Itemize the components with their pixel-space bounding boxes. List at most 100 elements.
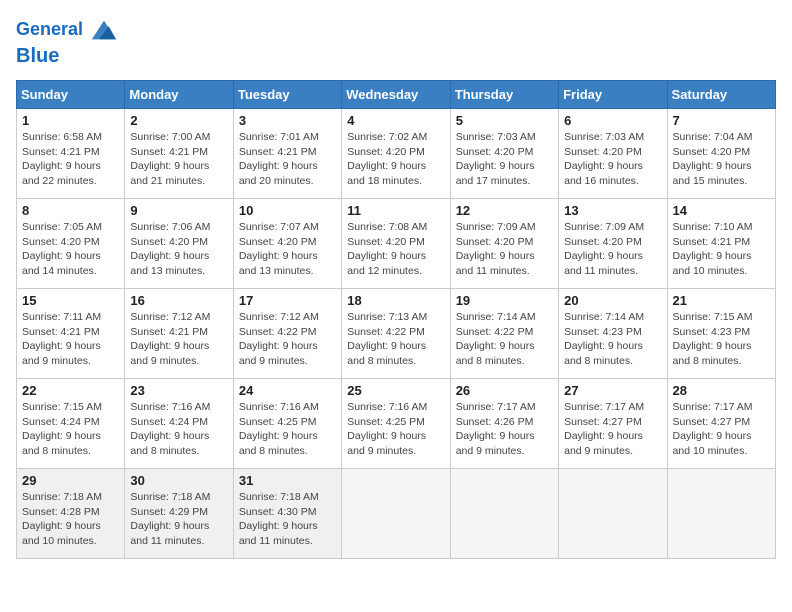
- calendar-cell: 27 Sunrise: 7:17 AM Sunset: 4:27 PM Dayl…: [559, 379, 667, 469]
- day-info: Sunrise: 6:58 AM Sunset: 4:21 PM Dayligh…: [22, 130, 119, 189]
- calendar-cell: 1 Sunrise: 6:58 AM Sunset: 4:21 PM Dayli…: [17, 109, 125, 199]
- calendar-cell: 2 Sunrise: 7:00 AM Sunset: 4:21 PM Dayli…: [125, 109, 233, 199]
- calendar-week-row: 15 Sunrise: 7:11 AM Sunset: 4:21 PM Dayl…: [17, 289, 776, 379]
- calendar-table: SundayMondayTuesdayWednesdayThursdayFrid…: [16, 80, 776, 559]
- column-header-sunday: Sunday: [17, 81, 125, 109]
- day-number: 9: [130, 203, 227, 218]
- calendar-cell: 16 Sunrise: 7:12 AM Sunset: 4:21 PM Dayl…: [125, 289, 233, 379]
- calendar-cell: [667, 469, 775, 559]
- day-info: Sunrise: 7:06 AM Sunset: 4:20 PM Dayligh…: [130, 220, 227, 279]
- day-info: Sunrise: 7:18 AM Sunset: 4:28 PM Dayligh…: [22, 490, 119, 549]
- calendar-week-row: 8 Sunrise: 7:05 AM Sunset: 4:20 PM Dayli…: [17, 199, 776, 289]
- day-number: 12: [456, 203, 553, 218]
- calendar-cell: 19 Sunrise: 7:14 AM Sunset: 4:22 PM Dayl…: [450, 289, 558, 379]
- day-info: Sunrise: 7:16 AM Sunset: 4:24 PM Dayligh…: [130, 400, 227, 459]
- calendar-cell: 30 Sunrise: 7:18 AM Sunset: 4:29 PM Dayl…: [125, 469, 233, 559]
- column-header-monday: Monday: [125, 81, 233, 109]
- day-number: 30: [130, 473, 227, 488]
- column-header-wednesday: Wednesday: [342, 81, 450, 109]
- calendar-cell: 13 Sunrise: 7:09 AM Sunset: 4:20 PM Dayl…: [559, 199, 667, 289]
- calendar-cell: 22 Sunrise: 7:15 AM Sunset: 4:24 PM Dayl…: [17, 379, 125, 469]
- day-number: 25: [347, 383, 444, 398]
- day-number: 21: [673, 293, 770, 308]
- calendar-cell: 28 Sunrise: 7:17 AM Sunset: 4:27 PM Dayl…: [667, 379, 775, 469]
- logo-text: General: [16, 16, 118, 44]
- day-number: 7: [673, 113, 770, 128]
- day-number: 1: [22, 113, 119, 128]
- day-info: Sunrise: 7:12 AM Sunset: 4:22 PM Dayligh…: [239, 310, 336, 369]
- day-number: 8: [22, 203, 119, 218]
- calendar-cell: 6 Sunrise: 7:03 AM Sunset: 4:20 PM Dayli…: [559, 109, 667, 199]
- day-info: Sunrise: 7:14 AM Sunset: 4:22 PM Dayligh…: [456, 310, 553, 369]
- day-number: 19: [456, 293, 553, 308]
- day-info: Sunrise: 7:13 AM Sunset: 4:22 PM Dayligh…: [347, 310, 444, 369]
- calendar-cell: 3 Sunrise: 7:01 AM Sunset: 4:21 PM Dayli…: [233, 109, 341, 199]
- calendar-cell: 10 Sunrise: 7:07 AM Sunset: 4:20 PM Dayl…: [233, 199, 341, 289]
- calendar-cell: 25 Sunrise: 7:16 AM Sunset: 4:25 PM Dayl…: [342, 379, 450, 469]
- day-info: Sunrise: 7:09 AM Sunset: 4:20 PM Dayligh…: [564, 220, 661, 279]
- calendar-cell: 4 Sunrise: 7:02 AM Sunset: 4:20 PM Dayli…: [342, 109, 450, 199]
- day-info: Sunrise: 7:18 AM Sunset: 4:29 PM Dayligh…: [130, 490, 227, 549]
- day-number: 5: [456, 113, 553, 128]
- calendar-header-row: SundayMondayTuesdayWednesdayThursdayFrid…: [17, 81, 776, 109]
- day-number: 14: [673, 203, 770, 218]
- calendar-cell: [342, 469, 450, 559]
- calendar-cell: 5 Sunrise: 7:03 AM Sunset: 4:20 PM Dayli…: [450, 109, 558, 199]
- calendar-cell: 15 Sunrise: 7:11 AM Sunset: 4:21 PM Dayl…: [17, 289, 125, 379]
- day-info: Sunrise: 7:07 AM Sunset: 4:20 PM Dayligh…: [239, 220, 336, 279]
- page-header: General Blue: [16, 16, 776, 68]
- calendar-cell: 14 Sunrise: 7:10 AM Sunset: 4:21 PM Dayl…: [667, 199, 775, 289]
- day-info: Sunrise: 7:04 AM Sunset: 4:20 PM Dayligh…: [673, 130, 770, 189]
- day-info: Sunrise: 7:02 AM Sunset: 4:20 PM Dayligh…: [347, 130, 444, 189]
- day-number: 23: [130, 383, 227, 398]
- calendar-cell: 20 Sunrise: 7:14 AM Sunset: 4:23 PM Dayl…: [559, 289, 667, 379]
- day-number: 6: [564, 113, 661, 128]
- calendar-cell: 11 Sunrise: 7:08 AM Sunset: 4:20 PM Dayl…: [342, 199, 450, 289]
- day-info: Sunrise: 7:05 AM Sunset: 4:20 PM Dayligh…: [22, 220, 119, 279]
- column-header-friday: Friday: [559, 81, 667, 109]
- calendar-cell: 21 Sunrise: 7:15 AM Sunset: 4:23 PM Dayl…: [667, 289, 775, 379]
- calendar-cell: 9 Sunrise: 7:06 AM Sunset: 4:20 PM Dayli…: [125, 199, 233, 289]
- calendar-cell: [559, 469, 667, 559]
- day-number: 15: [22, 293, 119, 308]
- logo-blue: Blue: [16, 44, 118, 68]
- column-header-saturday: Saturday: [667, 81, 775, 109]
- day-info: Sunrise: 7:16 AM Sunset: 4:25 PM Dayligh…: [347, 400, 444, 459]
- day-number: 29: [22, 473, 119, 488]
- column-header-thursday: Thursday: [450, 81, 558, 109]
- day-number: 13: [564, 203, 661, 218]
- calendar-cell: 12 Sunrise: 7:09 AM Sunset: 4:20 PM Dayl…: [450, 199, 558, 289]
- logo: General Blue: [16, 16, 118, 68]
- calendar-week-row: 1 Sunrise: 6:58 AM Sunset: 4:21 PM Dayli…: [17, 109, 776, 199]
- day-info: Sunrise: 7:03 AM Sunset: 4:20 PM Dayligh…: [456, 130, 553, 189]
- day-number: 16: [130, 293, 227, 308]
- day-info: Sunrise: 7:14 AM Sunset: 4:23 PM Dayligh…: [564, 310, 661, 369]
- calendar-cell: 18 Sunrise: 7:13 AM Sunset: 4:22 PM Dayl…: [342, 289, 450, 379]
- calendar-cell: 17 Sunrise: 7:12 AM Sunset: 4:22 PM Dayl…: [233, 289, 341, 379]
- day-number: 24: [239, 383, 336, 398]
- day-info: Sunrise: 7:08 AM Sunset: 4:20 PM Dayligh…: [347, 220, 444, 279]
- day-info: Sunrise: 7:17 AM Sunset: 4:26 PM Dayligh…: [456, 400, 553, 459]
- day-number: 18: [347, 293, 444, 308]
- day-number: 27: [564, 383, 661, 398]
- day-number: 11: [347, 203, 444, 218]
- calendar-cell: 8 Sunrise: 7:05 AM Sunset: 4:20 PM Dayli…: [17, 199, 125, 289]
- day-info: Sunrise: 7:03 AM Sunset: 4:20 PM Dayligh…: [564, 130, 661, 189]
- day-number: 31: [239, 473, 336, 488]
- day-info: Sunrise: 7:16 AM Sunset: 4:25 PM Dayligh…: [239, 400, 336, 459]
- day-info: Sunrise: 7:17 AM Sunset: 4:27 PM Dayligh…: [673, 400, 770, 459]
- calendar-cell: 26 Sunrise: 7:17 AM Sunset: 4:26 PM Dayl…: [450, 379, 558, 469]
- calendar-cell: 24 Sunrise: 7:16 AM Sunset: 4:25 PM Dayl…: [233, 379, 341, 469]
- day-number: 17: [239, 293, 336, 308]
- calendar-cell: [450, 469, 558, 559]
- day-info: Sunrise: 7:15 AM Sunset: 4:23 PM Dayligh…: [673, 310, 770, 369]
- day-info: Sunrise: 7:10 AM Sunset: 4:21 PM Dayligh…: [673, 220, 770, 279]
- calendar-week-row: 29 Sunrise: 7:18 AM Sunset: 4:28 PM Dayl…: [17, 469, 776, 559]
- calendar-cell: 31 Sunrise: 7:18 AM Sunset: 4:30 PM Dayl…: [233, 469, 341, 559]
- day-number: 3: [239, 113, 336, 128]
- day-number: 4: [347, 113, 444, 128]
- column-header-tuesday: Tuesday: [233, 81, 341, 109]
- day-info: Sunrise: 7:18 AM Sunset: 4:30 PM Dayligh…: [239, 490, 336, 549]
- calendar-cell: 23 Sunrise: 7:16 AM Sunset: 4:24 PM Dayl…: [125, 379, 233, 469]
- day-info: Sunrise: 7:01 AM Sunset: 4:21 PM Dayligh…: [239, 130, 336, 189]
